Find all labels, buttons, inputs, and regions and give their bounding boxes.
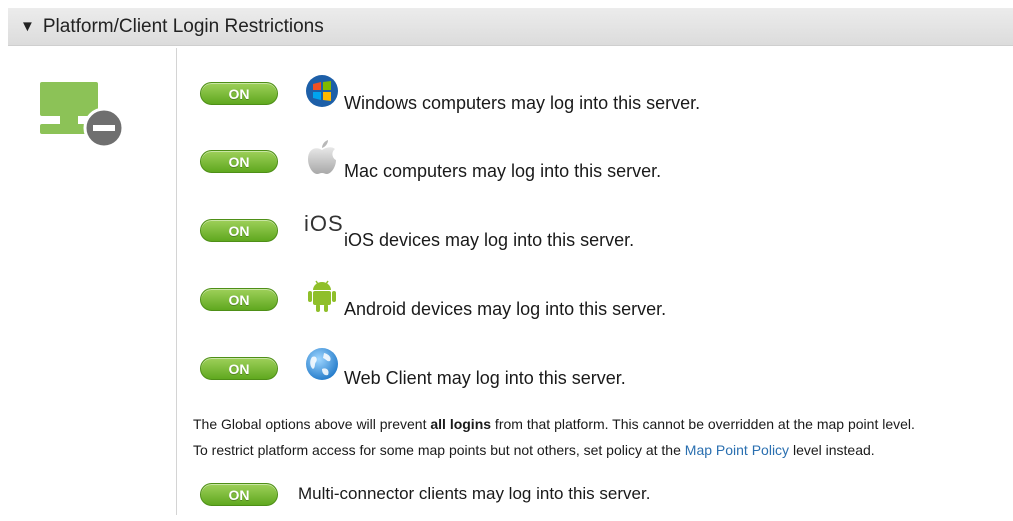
android-text: Android devices may log into this server… [344, 299, 667, 319]
multi-connector-text: Multi-connector clients may log into thi… [298, 484, 651, 503]
ios-text: iOS devices may log into this server. [344, 230, 635, 250]
globe-icon [306, 348, 338, 380]
note-line2-text-end: level instead. [789, 442, 875, 458]
map-point-policy-link[interactable]: Map Point Policy [685, 442, 789, 458]
mac-toggle[interactable]: ON [200, 150, 278, 173]
map-point-note: To restrict platform access for some map… [193, 442, 875, 458]
multi-connector-toggle[interactable]: ON [200, 483, 278, 506]
android-icon [308, 280, 336, 312]
windows-text: Windows computers may log into this serv… [344, 93, 701, 113]
note-line1-text: The Global options above will prevent [193, 416, 431, 432]
note-line1-text-end: from that platform. This cannot be overr… [491, 416, 915, 432]
global-options-note: The Global options above will prevent al… [193, 416, 915, 432]
web-client-text: Web Client may log into this server. [344, 368, 626, 388]
ios-toggle[interactable]: ON [200, 219, 278, 242]
note-line2-text: To restrict platform access for some map… [193, 442, 685, 458]
section-header[interactable]: ▼ Platform/Client Login Restrictions [8, 8, 1013, 46]
mac-text: Mac computers may log into this server. [344, 161, 662, 181]
windows-icon [306, 75, 338, 107]
ios-icon: iOS [304, 211, 344, 236]
section-title: Platform/Client Login Restrictions [42, 15, 324, 37]
computer-blocked-icon [40, 82, 124, 149]
vertical-divider [176, 48, 177, 515]
android-toggle[interactable]: ON [200, 288, 278, 311]
windows-toggle[interactable]: ON [200, 82, 278, 105]
apple-icon [308, 140, 336, 174]
collapse-triangle-icon[interactable]: ▼ [20, 19, 35, 34]
note-bold-all-logins: all logins [430, 416, 492, 432]
web-client-toggle[interactable]: ON [200, 357, 278, 380]
